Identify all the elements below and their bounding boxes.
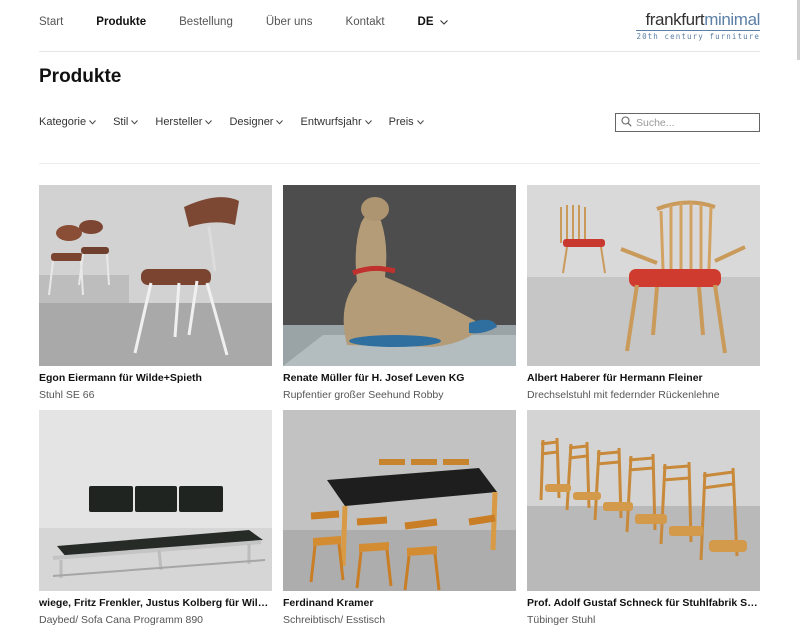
product-title: Albert Haberer für Hermann Fleiner bbox=[527, 372, 703, 384]
product-subtitle: Schreibtisch/ Esstisch bbox=[283, 614, 386, 626]
nav-start[interactable]: Start bbox=[39, 16, 63, 28]
product-subtitle: Tübinger Stuhl bbox=[527, 614, 596, 626]
language-label: DE bbox=[417, 16, 434, 28]
product-card[interactable]: wiege, Fritz Frenkler, Justus Kolberg fü… bbox=[39, 410, 272, 626]
logo-wordmark: frankfurtminimal bbox=[636, 11, 760, 29]
chevron-down-icon bbox=[131, 116, 139, 128]
product-image bbox=[283, 185, 516, 366]
search-input[interactable] bbox=[636, 116, 746, 129]
product-image bbox=[283, 410, 516, 591]
chevron-down-icon bbox=[276, 116, 284, 128]
product-subtitle: Daybed/ Sofa Cana Programm 890 bbox=[39, 614, 204, 626]
product-image bbox=[527, 185, 760, 366]
logo-part-minimal: minimal bbox=[704, 10, 760, 29]
search-box bbox=[615, 113, 760, 132]
filter-bar: Kategorie Stil Hersteller Designer Entwu… bbox=[39, 116, 441, 128]
product-image bbox=[527, 410, 760, 591]
product-title: wiege, Fritz Frenkler, Justus Kolberg fü… bbox=[39, 597, 272, 609]
product-image bbox=[39, 410, 272, 591]
product-card[interactable]: Prof. Adolf Gustaf Schneck für Stuhlfabr… bbox=[527, 410, 760, 626]
page-title: Produkte bbox=[39, 66, 122, 87]
nav-kontakt[interactable]: Kontakt bbox=[346, 16, 385, 28]
logo-part-frankfurt: frankfurt bbox=[645, 10, 705, 29]
filter-label: Designer bbox=[229, 116, 274, 128]
filter-preis[interactable]: Preis bbox=[389, 116, 424, 128]
chevron-down-icon bbox=[364, 116, 372, 128]
product-title: Egon Eiermann für Wilde+Spieth bbox=[39, 372, 202, 384]
product-image bbox=[39, 185, 272, 366]
product-subtitle: Drechselstuhl mit federnder Rückenlehne bbox=[527, 389, 720, 401]
nav-bestellung[interactable]: Bestellung bbox=[179, 16, 233, 28]
site-logo[interactable]: frankfurtminimal 20th century furniture bbox=[636, 11, 760, 41]
product-title: Prof. Adolf Gustaf Schneck für Stuhlfabr… bbox=[527, 597, 760, 609]
filter-hersteller[interactable]: Hersteller bbox=[155, 116, 213, 128]
product-title: Renate Müller für H. Josef Leven KG bbox=[283, 372, 465, 384]
product-title: Ferdinand Kramer bbox=[283, 597, 374, 609]
product-subtitle: Rupfentier großer Seehund Robby bbox=[283, 389, 444, 401]
filter-divider bbox=[39, 163, 760, 164]
header-divider bbox=[39, 51, 760, 52]
filter-kategorie[interactable]: Kategorie bbox=[39, 116, 96, 128]
chevron-down-icon bbox=[205, 116, 213, 128]
filter-designer[interactable]: Designer bbox=[229, 116, 284, 128]
filter-entwurfsjahr[interactable]: Entwurfsjahr bbox=[300, 116, 372, 128]
product-card[interactable]: Renate Müller für H. Josef Leven KG Rupf… bbox=[283, 185, 516, 401]
language-selector[interactable]: DE bbox=[418, 16, 448, 28]
product-subtitle: Stuhl SE 66 bbox=[39, 389, 95, 401]
filter-label: Kategorie bbox=[39, 116, 87, 128]
main-nav: Start Produkte Bestellung Über uns Konta… bbox=[39, 14, 448, 30]
product-grid: Egon Eiermann für Wilde+Spieth Stuhl SE … bbox=[39, 185, 760, 626]
product-card[interactable]: Ferdinand Kramer Schreibtisch/ Esstisch bbox=[283, 410, 516, 626]
logo-tagline: 20th century furniture bbox=[636, 30, 760, 41]
chevron-down-icon bbox=[416, 116, 424, 128]
nav-ueber-uns[interactable]: Über uns bbox=[266, 16, 313, 28]
product-card[interactable]: Egon Eiermann für Wilde+Spieth Stuhl SE … bbox=[39, 185, 272, 401]
filter-label: Entwurfsjahr bbox=[300, 116, 362, 128]
filter-label: Stil bbox=[113, 116, 129, 128]
chevron-down-icon bbox=[439, 16, 448, 28]
chevron-down-icon bbox=[89, 116, 96, 128]
nav-produkte[interactable]: Produkte bbox=[96, 16, 146, 28]
product-card[interactable]: Albert Haberer für Hermann Fleiner Drech… bbox=[527, 185, 760, 401]
search-icon bbox=[621, 114, 632, 132]
filter-label: Hersteller bbox=[155, 116, 203, 128]
filter-stil[interactable]: Stil bbox=[113, 116, 139, 128]
filter-label: Preis bbox=[388, 116, 414, 128]
